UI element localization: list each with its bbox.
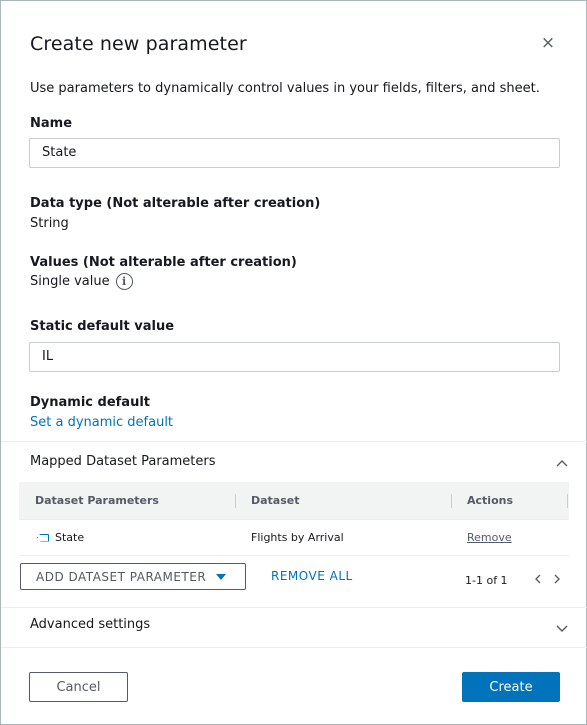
row-dataset-name: Flights by Arrival bbox=[251, 531, 344, 544]
close-icon[interactable]: × bbox=[540, 33, 556, 53]
row-parameter-name: State bbox=[55, 531, 85, 544]
remove-link[interactable]: Remove bbox=[467, 531, 512, 544]
row-parameter-cell: State bbox=[37, 531, 84, 544]
values-value: Single value bbox=[30, 274, 110, 289]
remove-all-button[interactable]: REMOVE ALL bbox=[271, 569, 353, 583]
data-type-value: String bbox=[30, 216, 69, 231]
add-dataset-parameter-label: ADD DATASET PARAMETER bbox=[36, 569, 207, 584]
create-button[interactable]: Create bbox=[462, 672, 560, 702]
advanced-settings-title[interactable]: Advanced settings bbox=[30, 617, 150, 632]
cancel-button[interactable]: Cancel bbox=[29, 672, 128, 702]
column-separator bbox=[567, 494, 568, 508]
column-header-dataset-parameters: Dataset Parameters bbox=[35, 494, 159, 507]
set-dynamic-default-link[interactable]: Set a dynamic default bbox=[30, 415, 173, 430]
values-value-row: Single value i bbox=[30, 273, 133, 290]
static-default-label: Static default value bbox=[30, 319, 175, 334]
chevron-down-icon[interactable] bbox=[556, 622, 568, 636]
chevron-right-icon[interactable] bbox=[553, 573, 561, 589]
caret-down-icon bbox=[216, 573, 227, 580]
chevron-left-icon[interactable] bbox=[534, 573, 542, 589]
column-separator bbox=[235, 494, 236, 508]
parameter-tag-icon bbox=[37, 533, 49, 542]
divider bbox=[1, 607, 587, 608]
table-row: State Flights by Arrival Remove bbox=[19, 520, 569, 556]
mapped-parameters-title[interactable]: Mapped Dataset Parameters bbox=[30, 454, 216, 469]
static-default-input[interactable]: IL bbox=[29, 342, 560, 372]
info-icon[interactable]: i bbox=[115, 273, 133, 290]
data-type-label: Data type (Not alterable after creation) bbox=[30, 196, 321, 211]
name-label: Name bbox=[30, 116, 73, 131]
column-header-dataset: Dataset bbox=[251, 494, 300, 507]
add-dataset-parameter-button[interactable]: ADD DATASET PARAMETER bbox=[20, 563, 246, 590]
chevron-up-icon[interactable] bbox=[556, 456, 568, 470]
footer-divider bbox=[1, 647, 587, 648]
values-label: Values (Not alterable after creation) bbox=[30, 255, 297, 270]
table-header: Dataset Parameters Dataset Actions bbox=[19, 482, 569, 520]
create-parameter-dialog: Create new parameter × Use parameters to… bbox=[0, 0, 587, 725]
column-separator bbox=[451, 494, 452, 508]
divider bbox=[1, 441, 587, 442]
pagination-text: 1-1 of 1 bbox=[465, 574, 508, 587]
column-header-actions: Actions bbox=[467, 494, 513, 507]
dialog-title: Create new parameter bbox=[30, 33, 247, 55]
dialog-description: Use parameters to dynamically control va… bbox=[30, 81, 540, 96]
dynamic-default-label: Dynamic default bbox=[30, 395, 151, 410]
name-input[interactable]: State bbox=[29, 138, 560, 168]
